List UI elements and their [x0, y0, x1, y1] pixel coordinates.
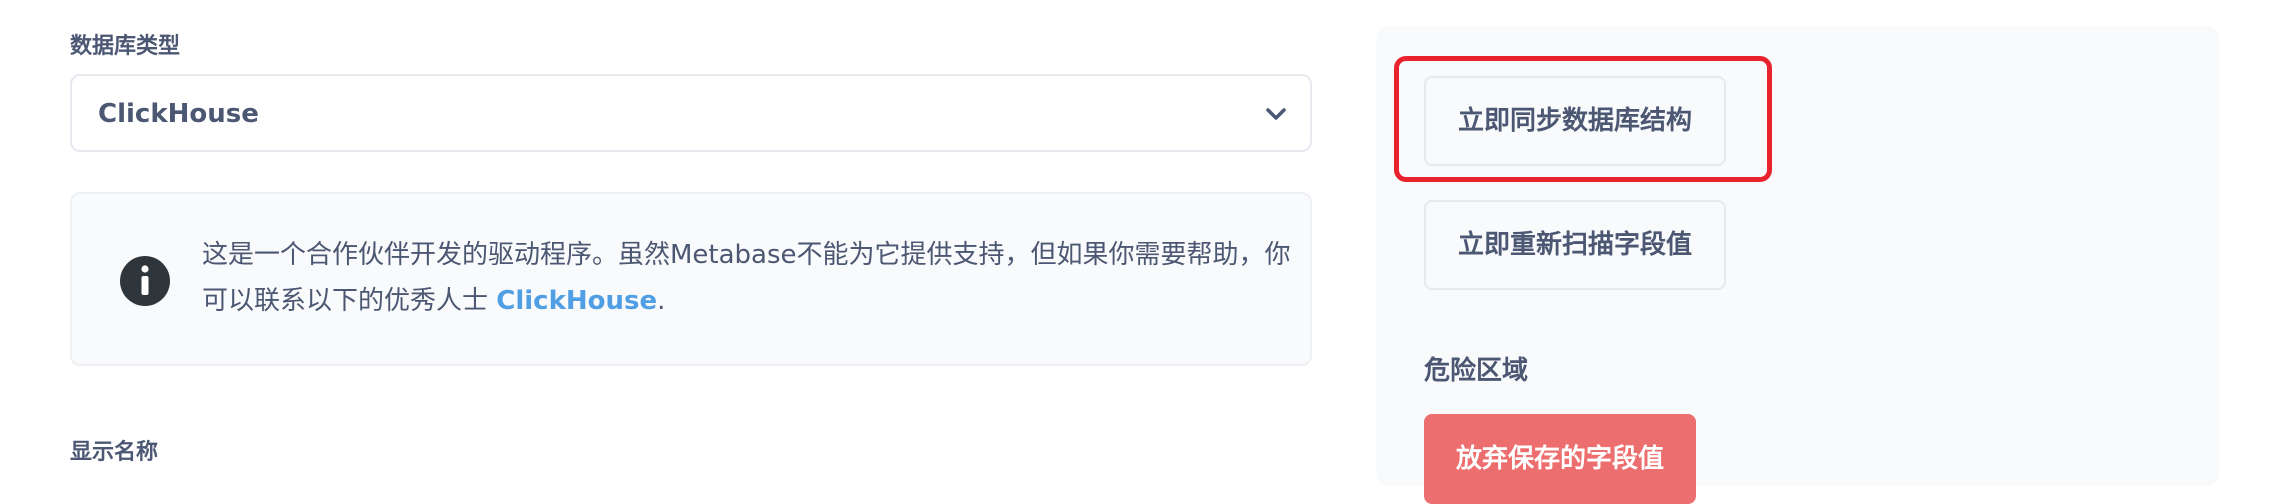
clickhouse-link[interactable]: ClickHouse [496, 286, 657, 316]
database-type-value: ClickHouse [98, 99, 259, 129]
database-type-select[interactable]: ClickHouse [70, 74, 1312, 152]
danger-zone-title: 危险区域 [1424, 356, 1529, 386]
display-name-label: 显示名称 [70, 440, 159, 465]
sync-button-highlight [1394, 56, 1772, 182]
info-icon [120, 256, 170, 306]
database-type-label: 数据库类型 [70, 34, 181, 59]
partner-driver-suffix: . [657, 286, 666, 316]
discard-field-values-button[interactable]: 放弃保存的字段值 [1424, 414, 1697, 504]
rescan-field-values-button[interactable]: 立即重新扫描字段值 [1424, 200, 1727, 290]
partner-driver-notice: 这是一个合作伙伴开发的驱动程序。虽然Metabase不能为它提供支持，但如果你需… [70, 192, 1312, 366]
partner-driver-text: 这是一个合作伙伴开发的驱动程序。虽然Metabase不能为它提供支持，但如果你需… [202, 232, 1292, 324]
partner-driver-message: 这是一个合作伙伴开发的驱动程序。虽然Metabase不能为它提供支持，但如果你需… [202, 240, 1291, 316]
chevron-down-icon [1266, 108, 1286, 120]
